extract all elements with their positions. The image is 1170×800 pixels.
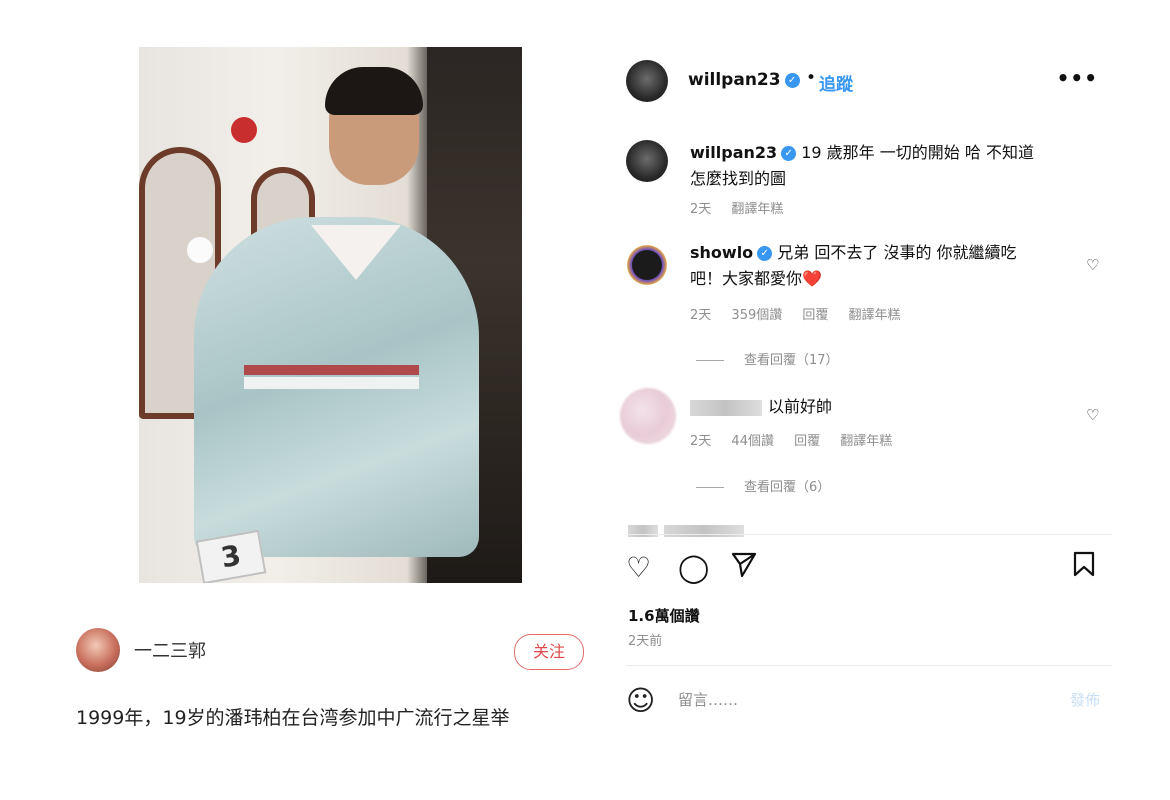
commenter-username[interactable]: showlo: [690, 243, 753, 262]
poster-username-text: willpan23: [688, 70, 781, 90]
post-header: willpan23 ✓ • 追蹤 •••: [626, 60, 1106, 104]
verified-icon: ✓: [784, 72, 800, 88]
comment-like-icon[interactable]: ♡: [1086, 406, 1099, 424]
comment-body: 以前好帥: [690, 394, 1040, 420]
divider: [626, 534, 1112, 535]
separator-dot: •: [806, 68, 817, 88]
share-icon[interactable]: [730, 550, 758, 587]
replies-line: [696, 487, 724, 488]
caption-translate-link[interactable]: 翻譯年糕: [731, 202, 783, 217]
comment-likes[interactable]: 359個讚: [731, 308, 782, 323]
divider: [626, 665, 1112, 666]
comment-icon[interactable]: ◯: [678, 550, 709, 586]
comment-translate-link[interactable]: 翻譯年糕: [840, 434, 892, 449]
more-options-icon[interactable]: •••: [1057, 66, 1098, 90]
author-avatar[interactable]: [76, 628, 120, 672]
comment: showlo ✓ 兄弟 回不去了 沒事的 你就繼續吃吧！大家都愛你❤️ 2天 35…: [624, 240, 1099, 330]
comment-text: 以前好帥: [768, 397, 833, 416]
poster-username[interactable]: willpan23 ✓: [688, 70, 800, 90]
comment-reply-link[interactable]: 回覆: [794, 434, 820, 449]
comment-bar: ☺ 留言…… 發佈: [626, 683, 1106, 719]
caption-body: willpan23 ✓ 19 歲那年 一切的開始 哈 不知道怎麼找到的圖: [690, 140, 1040, 192]
comment-likes[interactable]: 44個讚: [731, 434, 774, 449]
post-photo[interactable]: 3: [139, 47, 522, 583]
view-replies-link[interactable]: 查看回覆（17）: [696, 349, 839, 368]
post-actions: ♡ ◯: [626, 550, 1102, 586]
comment-time: 2天: [690, 434, 712, 449]
author-row[interactable]: 一二三郭: [76, 628, 206, 672]
like-icon[interactable]: ♡: [626, 550, 651, 586]
follow-link[interactable]: 追蹤: [819, 70, 853, 95]
caption-username[interactable]: willpan23: [690, 143, 777, 162]
poster-avatar[interactable]: [626, 60, 668, 102]
partially-hidden-comment: [628, 520, 788, 537]
caption-meta: 2天 翻譯年糕: [690, 198, 799, 217]
comment-time: 2天: [690, 308, 712, 323]
jacket-stripe: [244, 365, 419, 375]
comment-meta: 2天 44個讚 回覆 翻譯年糕: [690, 430, 908, 449]
comment-reply-link[interactable]: 回覆: [802, 308, 828, 323]
comment-body: showlo ✓ 兄弟 回不去了 沒事的 你就繼續吃吧！大家都愛你❤️: [690, 240, 1040, 292]
comment-translate-link[interactable]: 翻譯年糕: [849, 308, 901, 323]
replies-line: [696, 360, 724, 361]
commenter-avatar[interactable]: [624, 242, 670, 288]
likes-count[interactable]: 1.6萬個讚: [628, 605, 700, 626]
background-light: [231, 117, 257, 143]
blurred-username[interactable]: [690, 399, 762, 416]
caption: willpan23 ✓ 19 歲那年 一切的開始 哈 不知道怎麼找到的圖 2天 翻…: [626, 140, 1096, 220]
emoji-icon[interactable]: ☺: [626, 685, 655, 717]
caption-avatar[interactable]: [626, 140, 668, 182]
author-name[interactable]: 一二三郭: [134, 637, 206, 663]
person-hair: [325, 67, 423, 115]
save-icon[interactable]: [1072, 550, 1096, 587]
verified-icon: ✓: [757, 246, 773, 261]
view-replies-link[interactable]: 查看回覆（6）: [696, 476, 830, 495]
jacket-stripe: [244, 377, 419, 389]
commenter-avatar[interactable]: [620, 388, 676, 444]
posted-time: 2天前: [628, 634, 663, 649]
comment-meta: 2天 359個讚 回覆 翻譯年糕: [690, 304, 917, 323]
follow-button[interactable]: 关注: [514, 634, 584, 670]
article-text: 1999年，19岁的潘玮柏在台湾参加中广流行之星举: [76, 707, 510, 729]
comment-like-icon[interactable]: ♡: [1086, 256, 1099, 274]
comment: 以前好帥 2天 44個讚 回覆 翻譯年糕 ♡: [620, 388, 1099, 464]
caption-time: 2天: [690, 202, 712, 217]
view-replies-text: 查看回覆（6）: [744, 480, 831, 495]
background-light: [187, 237, 213, 263]
post-comment-button[interactable]: 發佈: [1070, 689, 1100, 710]
comment-input[interactable]: 留言……: [678, 689, 738, 710]
verified-icon: ✓: [781, 146, 797, 161]
view-replies-text: 查看回覆（17）: [744, 353, 839, 368]
